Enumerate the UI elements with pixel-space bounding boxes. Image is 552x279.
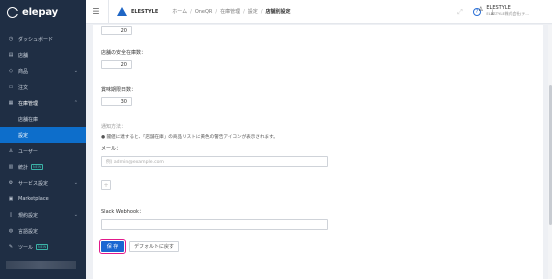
- box-icon: ▦: [8, 100, 14, 106]
- sidebar-nav: ◷ ダッシュボード ▤ 店舗 ◇ 商品 ⌄ ▭ 注文 ▦ 在庫管理 ⌃ 店舗在庫…: [0, 31, 86, 255]
- notify-method-note: ● 閾値に達すると、「店舗在庫」の商品リストに黄色の警告アイコンが表示されます。: [101, 135, 278, 140]
- add-email-button[interactable]: +: [101, 180, 111, 190]
- sidebar-item-stores[interactable]: ▤ 店舗: [0, 47, 86, 63]
- sidebar-item-label: ダッシュボード: [18, 36, 54, 43]
- sidebar: elepay ◷ ダッシュボード ▤ 店舗 ◇ 商品 ⌄ ▭ 注文 ▦ 在庫管理…: [0, 0, 86, 279]
- sidebar-item-label: 統計: [18, 164, 29, 171]
- doc-icon: ▯: [9, 212, 13, 218]
- user-menu[interactable]: ♙ ELESTYLE ELESTYLE株式会社(テ...: [478, 5, 548, 17]
- receipt-icon: ▭: [8, 84, 14, 90]
- brand: ELESTYLE: [117, 7, 158, 16]
- store-icon: ▤: [8, 52, 14, 58]
- divider: [108, 0, 109, 24]
- scrollbar[interactable]: [548, 25, 552, 279]
- settings-card: 20 店舗の安全在庫数： 20 賞味期限日数： 30 通知方法： ● 閾値に達す…: [93, 25, 543, 279]
- form-actions: 保 存 デフォルトに戻す: [99, 239, 179, 254]
- sidebar-item-inventory[interactable]: ▦ 在庫管理 ⌃: [0, 95, 86, 111]
- slack-webhook-input[interactable]: [101, 219, 328, 230]
- brand-name: ELESTYLE: [131, 8, 159, 15]
- threshold-input[interactable]: 20: [101, 26, 132, 35]
- save-button[interactable]: 保 存: [99, 239, 126, 254]
- sidebar-item-stats[interactable]: ▥ 統計 NEW: [0, 159, 86, 175]
- tag-icon: ◇: [9, 68, 13, 74]
- mail-label: メール：: [101, 146, 122, 152]
- clock-icon: ◷: [8, 36, 14, 42]
- sidebar-item-terms[interactable]: ▯ 規約設定 ⌄: [0, 207, 86, 223]
- logo-text: elepay: [22, 7, 58, 18]
- new-badge: NEW: [36, 244, 49, 250]
- chevron-up-icon: ⌃: [73, 100, 78, 106]
- sidebar-item-label: 規約設定: [18, 212, 39, 219]
- sidebar-item-dashboard[interactable]: ◷ ダッシュボード: [0, 31, 86, 47]
- globe-icon: ◍: [8, 228, 14, 234]
- breadcrumb-inventory[interactable]: 在庫管理: [220, 8, 240, 15]
- chevron-down-icon: ⌄: [73, 180, 78, 186]
- app-logo[interactable]: elepay: [0, 0, 86, 25]
- notify-method-title: 通知方法：: [101, 124, 127, 130]
- expiry-days-label: 賞味期限日数：: [101, 87, 137, 93]
- sidebar-item-label: ツール: [18, 244, 34, 251]
- settings-icon: ⚙: [8, 180, 14, 186]
- new-badge: NEW: [31, 164, 44, 170]
- sidebar-item-label: 言語設定: [18, 228, 39, 235]
- wrench-icon: ✎: [8, 244, 14, 250]
- sidebar-item-products[interactable]: ◇ 商品 ⌄: [0, 63, 86, 79]
- sidebar-item-orders[interactable]: ▭ 注文: [0, 79, 86, 95]
- user-icon: ♙: [8, 148, 14, 154]
- sidebar-item-label: 在庫管理: [18, 100, 39, 107]
- slack-webhook-label: Slack Webhook：: [101, 209, 144, 215]
- sidebar-item-label: 注文: [18, 84, 29, 91]
- sidebar-item-language[interactable]: ◍ 言語設定: [0, 223, 86, 239]
- user-icon: ♙: [478, 6, 484, 13]
- email-field[interactable]: 例) admin@example.com: [101, 156, 328, 167]
- sidebar-item-users[interactable]: ♙ ユーザー: [0, 143, 86, 159]
- breadcrumb-oneqr[interactable]: OneQR: [195, 9, 213, 15]
- breadcrumb: ホーム / OneQR / 在庫管理 / 設定 / 店舗別設定: [172, 8, 291, 16]
- sidebar-item-label: Marketplace: [18, 196, 49, 202]
- sidebar-item-label: 店舗: [18, 52, 29, 59]
- safety-stock-label: 店舗の安全在庫数：: [101, 50, 147, 56]
- sidebar-item-label: 店舗在庫: [18, 116, 39, 123]
- sidebar-footer-blur: [6, 261, 76, 269]
- user-company: ELESTYLE株式会社(テ...: [486, 11, 529, 16]
- menu-icon[interactable]: ☰: [86, 0, 106, 24]
- breadcrumb-settings[interactable]: 設定: [248, 8, 258, 15]
- content-area: 20 店舗の安全在庫数： 20 賞味期限日数： 30 通知方法： ● 閾値に達す…: [86, 25, 552, 279]
- expand-icon[interactable]: ⤢: [457, 8, 463, 17]
- chevron-down-icon: ⌄: [73, 212, 78, 218]
- scroll-thumb[interactable]: [548, 85, 552, 225]
- sidebar-item-service-settings[interactable]: ⚙ サービス設定 ⌄: [0, 175, 86, 191]
- breadcrumb-current: 店舗別設定: [265, 9, 291, 15]
- sidebar-item-marketplace[interactable]: ▣ Marketplace: [0, 191, 86, 207]
- sidebar-item-label: ユーザー: [18, 148, 38, 155]
- topbar: ☰ ELESTYLE ホーム / OneQR / 在庫管理 / 設定 / 店舗別…: [86, 0, 552, 24]
- chevron-down-icon: ⌄: [73, 68, 78, 74]
- sidebar-item-settings[interactable]: 設定: [0, 127, 86, 143]
- sidebar-item-tools[interactable]: ✎ ツール NEW: [0, 239, 86, 255]
- store-icon: ▣: [8, 196, 14, 202]
- sidebar-item-store-stock[interactable]: 店舗在庫: [0, 111, 86, 127]
- reset-default-button[interactable]: デフォルトに戻す: [129, 241, 179, 252]
- expiry-days-input[interactable]: 30: [101, 97, 132, 106]
- sidebar-item-label: サービス設定: [18, 180, 49, 187]
- chart-icon: ▥: [8, 164, 14, 170]
- safety-stock-input[interactable]: 20: [101, 60, 132, 69]
- sidebar-item-label: 商品: [18, 68, 29, 75]
- brand-logo-icon: [117, 7, 127, 16]
- breadcrumb-home[interactable]: ホーム: [172, 8, 187, 15]
- logo-icon: [7, 7, 18, 18]
- sidebar-item-label: 設定: [18, 132, 29, 139]
